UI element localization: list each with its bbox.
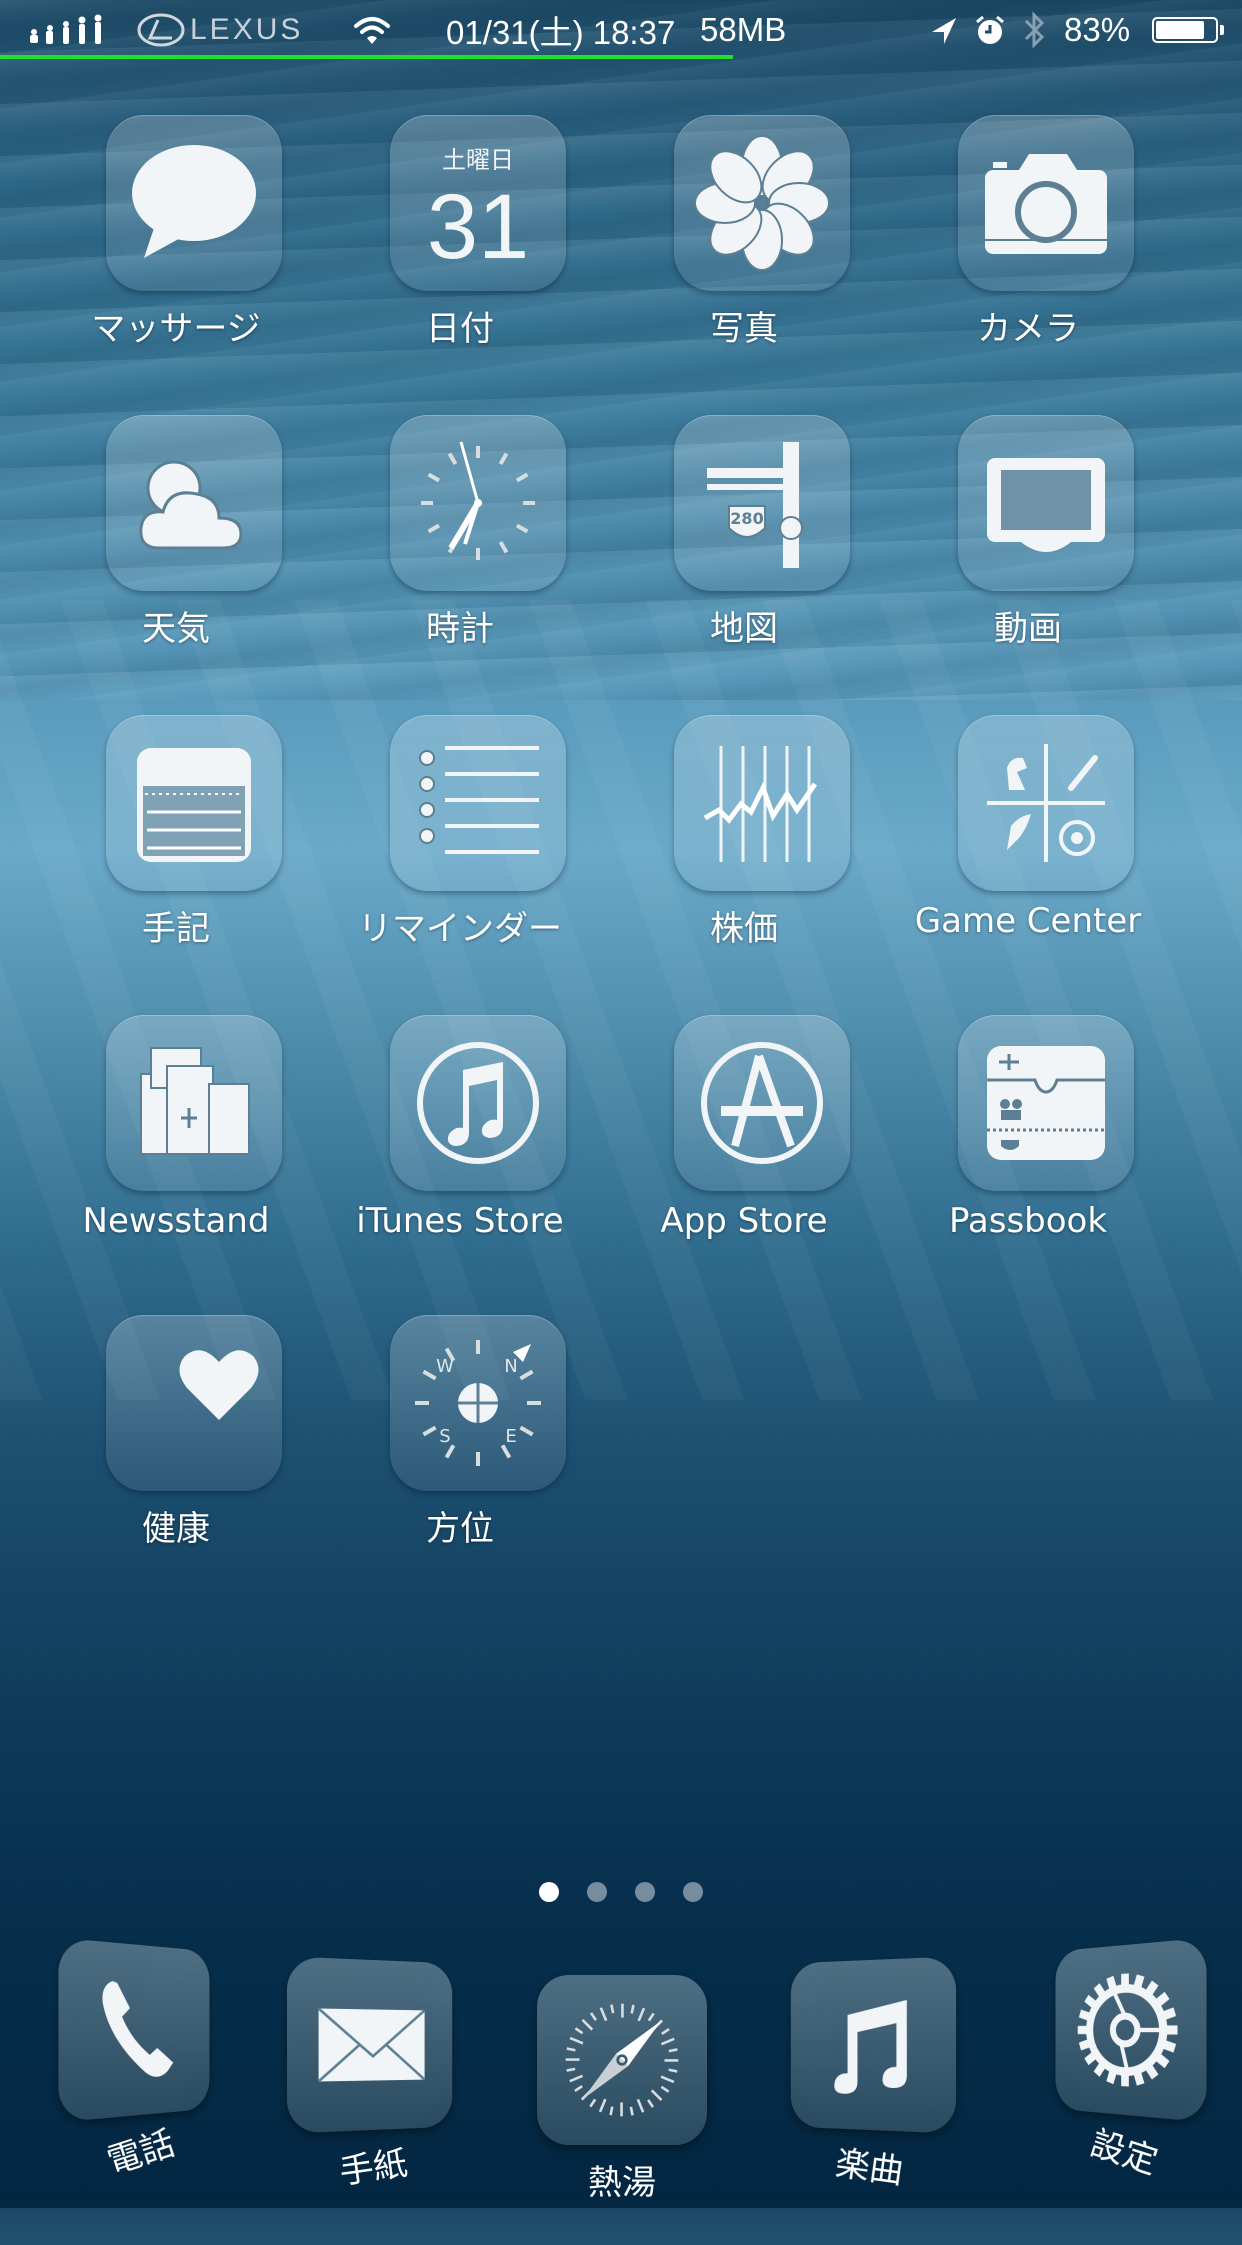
app-weather[interactable]: 天気: [56, 415, 296, 685]
dock-music[interactable]: 楽曲: [785, 1956, 957, 2230]
app-label: Game Center: [914, 901, 1142, 941]
bluetooth-icon: [1022, 8, 1046, 52]
carrier-name: LEXUS: [190, 13, 304, 46]
dock-label: 手紙: [337, 2143, 410, 2193]
game-center-icon[interactable]: [958, 715, 1134, 891]
app-label: マッサージ: [91, 309, 261, 349]
reminders-icon[interactable]: [390, 715, 566, 891]
settings-icon[interactable]: [1055, 1937, 1207, 2123]
page-dot[interactable]: [683, 1882, 703, 1902]
calendar-day: 31: [427, 176, 529, 278]
status-memory: 58MB: [700, 11, 787, 48]
app-compass[interactable]: W N S E 方位: [340, 1315, 580, 1585]
app-itunes-store[interactable]: iTunes Store: [340, 1015, 580, 1285]
page-indicator[interactable]: [0, 1882, 1242, 1902]
app-label: カメラ: [977, 309, 1079, 349]
app-store-icon[interactable]: [674, 1015, 850, 1191]
compass-direction: N: [504, 1356, 517, 1377]
app-calendar[interactable]: 土曜日 31 日付: [340, 115, 580, 385]
newsstand-icon[interactable]: [106, 1015, 282, 1191]
calendar-weekday: 土曜日: [442, 146, 514, 174]
dock-settings[interactable]: 設定: [1040, 1937, 1210, 2215]
app-label: 天気: [142, 609, 210, 649]
compass-direction: W: [436, 1356, 454, 1377]
page-dot[interactable]: [539, 1882, 559, 1902]
app-camera[interactable]: カメラ: [908, 115, 1148, 385]
lexus-logo-icon: [136, 8, 186, 52]
app-label: 手記: [142, 909, 210, 949]
app-label: 写真: [710, 309, 778, 349]
dock-label: 熱湯: [588, 2163, 656, 2203]
app-label: 地図: [710, 609, 778, 649]
app-reminders[interactable]: リマインダー: [340, 715, 580, 985]
status-datetime: 01/31(土) 18:37: [446, 14, 676, 51]
app-maps[interactable]: 280 地図: [624, 415, 864, 685]
photos-icon[interactable]: [674, 115, 850, 291]
app-app-store[interactable]: App Store: [624, 1015, 864, 1285]
app-videos[interactable]: 動画: [908, 415, 1148, 685]
app-label: リマインダー: [358, 909, 562, 949]
battery-fill: [1156, 21, 1205, 39]
app-label: 健康: [142, 1509, 210, 1549]
battery-percent: 83%: [1064, 11, 1131, 48]
app-photos[interactable]: 写真: [624, 115, 864, 385]
app-label: 動画: [994, 609, 1062, 649]
stocks-icon[interactable]: [674, 715, 850, 891]
compass-direction: E: [505, 1426, 516, 1447]
compass-icon[interactable]: W N S E: [390, 1315, 566, 1491]
alarm-icon: [974, 8, 1006, 52]
page-dot[interactable]: [635, 1882, 655, 1902]
app-notes[interactable]: 手記: [56, 715, 296, 985]
evolution-icon: [26, 8, 110, 52]
app-label: 日付: [426, 309, 494, 349]
mail-icon[interactable]: [286, 1956, 453, 2134]
weather-icon[interactable]: [106, 415, 282, 591]
app-passbook[interactable]: Passbook: [908, 1015, 1148, 1285]
memory-progress-fill: [0, 55, 733, 59]
app-health[interactable]: 健康: [56, 1315, 296, 1585]
battery-icon: [1152, 8, 1224, 52]
safari-icon[interactable]: [537, 1975, 707, 2145]
dock-label: 楽曲: [833, 2143, 906, 2193]
dock-phone[interactable]: 電話: [55, 1937, 225, 2215]
location-arrow-icon: [930, 8, 958, 52]
camera-icon[interactable]: [958, 115, 1134, 291]
app-label: App Store: [660, 1201, 828, 1241]
app-label: iTunes Store: [356, 1201, 564, 1241]
app-newsstand[interactable]: Newsstand: [56, 1015, 296, 1285]
memory-progress-bar: [0, 55, 1242, 59]
itunes-store-icon[interactable]: [390, 1015, 566, 1191]
music-icon[interactable]: [790, 1956, 957, 2134]
app-label: Newsstand: [82, 1201, 270, 1241]
notes-icon[interactable]: [106, 715, 282, 891]
app-clock[interactable]: 時計: [340, 415, 580, 685]
phone-icon[interactable]: [58, 1937, 210, 2123]
dock-mail[interactable]: 手紙: [286, 1956, 458, 2230]
app-label: 方位: [426, 1509, 494, 1549]
messages-icon[interactable]: [106, 115, 282, 291]
maps-icon[interactable]: 280: [674, 415, 850, 591]
compass-direction: S: [439, 1426, 450, 1447]
calendar-icon[interactable]: 土曜日 31: [390, 115, 566, 291]
passbook-icon[interactable]: [958, 1015, 1134, 1191]
wifi-icon: [352, 8, 392, 52]
dock-safari[interactable]: 熱湯: [537, 1975, 707, 2245]
map-route-badge: 280: [730, 509, 763, 528]
app-label: 時計: [426, 609, 494, 649]
health-icon[interactable]: [106, 1315, 282, 1491]
app-label: 株価: [710, 909, 778, 949]
page-dot[interactable]: [587, 1882, 607, 1902]
app-label: Passbook: [948, 1201, 1108, 1241]
app-game-center[interactable]: Game Center: [908, 715, 1148, 985]
clock-icon[interactable]: [390, 415, 566, 591]
app-stocks[interactable]: 株価: [624, 715, 864, 985]
status-bar: LEXUS 01/31(土) 18:37 58MB 83%: [0, 0, 1242, 60]
videos-icon[interactable]: [958, 415, 1134, 591]
app-messages[interactable]: マッサージ: [56, 115, 296, 385]
